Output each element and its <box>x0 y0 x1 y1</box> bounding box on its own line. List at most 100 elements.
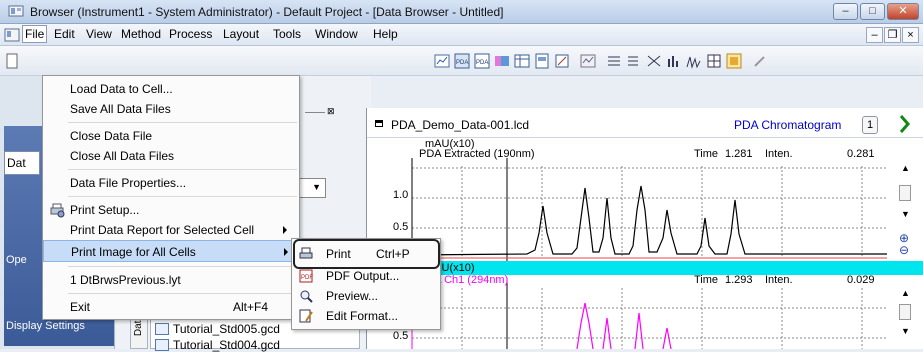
chromatogram-plot[interactable] <box>367 138 923 349</box>
scroll-up-icon[interactable]: ▲ <box>901 288 910 298</box>
chart-area: PDA_Demo_Data-001.lcd PDA Chromatogram 1 <box>366 108 923 349</box>
pdf-icon: PDF <box>299 269 313 283</box>
pen-icon[interactable] <box>752 53 768 69</box>
submenu-item-preview[interactable]: Preview... <box>292 285 440 307</box>
file-icon <box>155 339 169 351</box>
lower-trace <box>576 302 672 349</box>
scroll-up-icon[interactable]: ▲ <box>901 163 910 173</box>
mdi-restore-button[interactable]: ❐ <box>884 27 901 43</box>
pda-spectrum-icon[interactable]: PDA <box>474 53 490 69</box>
align-icon[interactable] <box>646 53 662 69</box>
cell-window-icon <box>375 120 383 127</box>
upper-grid <box>412 166 887 258</box>
dropdown[interactable]: ▼ <box>296 178 326 198</box>
chart-icon[interactable] <box>434 53 450 69</box>
new-icon[interactable] <box>4 53 20 69</box>
mdi-minimize-button[interactable]: – <box>866 27 883 43</box>
bars-icon[interactable] <box>666 53 682 69</box>
menu-layout[interactable]: Layout <box>222 27 260 41</box>
select-icon[interactable] <box>726 53 742 69</box>
edit-format-icon <box>299 309 313 323</box>
menu-separator <box>68 169 297 170</box>
menu-item-save-all[interactable]: Save All Data Files <box>43 98 299 120</box>
upper-tick: 0.5 <box>393 221 409 233</box>
submenu-arrow-icon <box>283 226 287 234</box>
zoom-out-icon[interactable]: ⊖ <box>899 243 909 257</box>
submenu-item-edit-format[interactable]: Edit Format... <box>292 305 440 327</box>
menu-separator <box>68 293 297 294</box>
pane-controls[interactable]: ⊠ <box>305 106 345 120</box>
upper-time-label: Time <box>694 148 719 160</box>
upper-scrollbar[interactable]: ▲ ▼ ⊕ ⊖ <box>898 163 912 259</box>
menu-separator <box>68 122 297 123</box>
peak-table-icon[interactable] <box>606 53 622 69</box>
upper-tick: 1.0 <box>393 189 409 201</box>
menu-help[interactable]: Help <box>372 27 399 41</box>
menu-method[interactable]: Method <box>120 27 162 41</box>
menu-item-print-image[interactable]: Print Image for All Cells <box>43 240 299 262</box>
mdi-close-button[interactable]: × <box>902 27 919 43</box>
chart-kind: PDA Chromatogram <box>734 118 842 132</box>
menu-item-print-report[interactable]: Print Data Report for Selected Cell <box>43 219 299 241</box>
scroll-down-icon[interactable]: ▼ <box>901 326 910 336</box>
file-menu: Load Data to Cell... Save All Data Files… <box>42 75 300 320</box>
svg-text:PDF: PDF <box>301 275 313 281</box>
menu-separator <box>68 266 297 267</box>
contour-icon[interactable] <box>494 53 510 69</box>
submenu-arrow-icon <box>284 248 288 256</box>
lower-scrollbar[interactable]: ▲ ▼ <box>898 288 912 348</box>
file-item[interactable]: Tutorial_Std005.gcd <box>173 322 280 336</box>
menu-edit[interactable]: Edit <box>53 27 76 41</box>
list-icon[interactable] <box>626 53 642 69</box>
print-setup-icon <box>50 203 65 218</box>
svg-text:PDA: PDA <box>456 60 468 66</box>
maximize-button[interactable]: □ <box>860 3 885 20</box>
lower-tick: 0.5 <box>393 330 409 342</box>
file-item[interactable]: Tutorial_Std004.gcd <box>173 338 280 352</box>
data-tab[interactable]: Dat <box>4 151 40 175</box>
table-icon[interactable] <box>514 53 530 69</box>
compare-icon[interactable] <box>580 53 596 69</box>
scroll-thumb[interactable] <box>899 304 911 320</box>
cell-number[interactable]: 1 <box>862 116 878 134</box>
minimize-button[interactable]: – <box>833 3 858 20</box>
toolbar: PDA PDA <box>0 46 923 76</box>
menu-tools[interactable]: Tools <box>272 27 302 41</box>
lower-time-label: Time <box>694 274 719 286</box>
display-settings-label[interactable]: Display Settings <box>6 320 85 332</box>
menu-window[interactable]: Window <box>314 27 359 41</box>
chevron-down-icon: ▼ <box>312 182 321 192</box>
lower-inten-value: 0.029 <box>847 274 875 286</box>
menu-item-recent-file[interactable]: 1 DtBrwsPrevious.lyt <box>43 269 299 291</box>
peaks-icon[interactable] <box>686 53 702 69</box>
menu-item-exit[interactable]: Exit Alt+F4 <box>43 296 299 318</box>
chart-header: PDA_Demo_Data-001.lcd PDA Chromatogram 1 <box>367 108 923 138</box>
upper-inten-value: 0.281 <box>847 148 875 160</box>
menu-separator <box>68 196 297 197</box>
menu-item-close-data-file[interactable]: Close Data File <box>43 125 299 147</box>
mdi-doc-icon[interactable] <box>4 28 20 42</box>
scroll-thumb[interactable] <box>899 185 911 201</box>
wizard-icon[interactable] <box>554 53 570 69</box>
scroll-down-icon[interactable]: ▼ <box>901 209 910 219</box>
menu-view[interactable]: View <box>85 27 113 41</box>
menu-item-print-setup[interactable]: Print Setup... <box>43 199 299 221</box>
menu-item-load-data[interactable]: Load Data to Cell... <box>43 78 299 100</box>
pane-close-icon[interactable]: ⊠ <box>327 106 335 117</box>
grid-icon[interactable] <box>706 53 722 69</box>
menu-file[interactable]: File <box>22 25 48 43</box>
lower-time-value: 1.293 <box>725 274 753 286</box>
pda-icon[interactable]: PDA <box>454 53 470 69</box>
chart-filename: PDA_Demo_Data-001.lcd <box>391 118 530 132</box>
menu-bar: File Edit View Method Process Layout Too… <box>0 24 923 46</box>
lower-grid <box>412 288 887 349</box>
menu-item-close-all[interactable]: Close All Data Files <box>43 145 299 167</box>
upper-time-value: 1.281 <box>725 148 753 160</box>
close-button[interactable]: ✕ <box>887 3 919 20</box>
upper-series-label: PDA Extracted (190nm) <box>419 148 535 160</box>
menu-item-properties[interactable]: Data File Properties... <box>43 172 299 194</box>
menu-process[interactable]: Process <box>168 27 213 41</box>
file-icon <box>155 323 169 335</box>
report-icon[interactable] <box>534 53 550 69</box>
status-icon[interactable] <box>897 114 913 134</box>
